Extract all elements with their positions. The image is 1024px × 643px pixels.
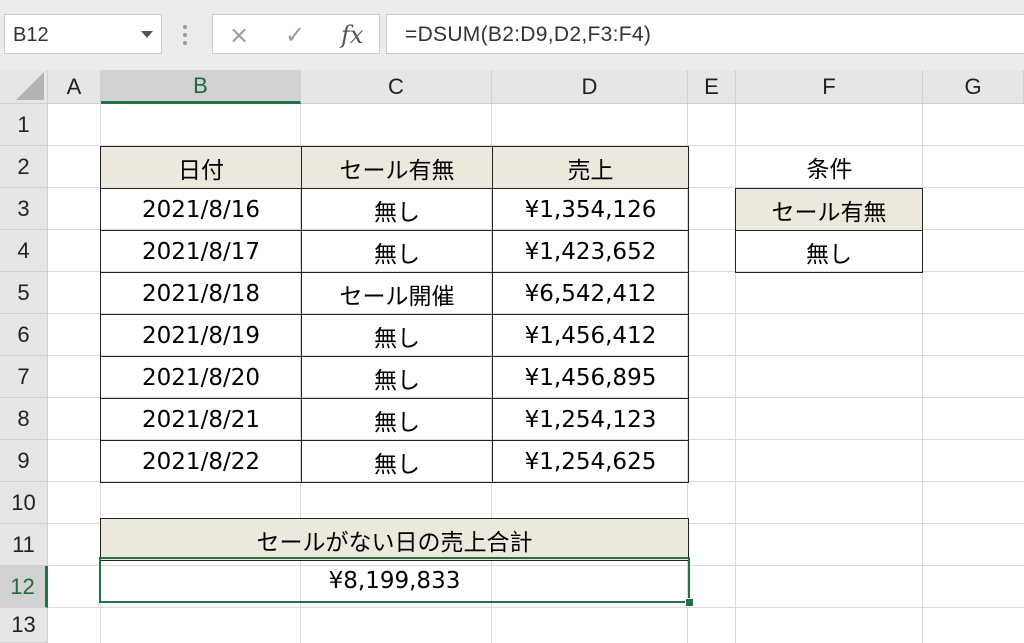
table-cell-sales[interactable]: ¥1,456,412 [492, 314, 689, 357]
row-header-1[interactable]: 1 [0, 104, 48, 146]
formula-input[interactable]: =DSUM(B2:D9,D2,F3:F4) [386, 14, 1024, 54]
row-header-8[interactable]: 8 [0, 398, 48, 440]
table-cell-date[interactable]: 2021/8/20 [100, 356, 302, 399]
row-header-11[interactable]: 11 [0, 524, 48, 566]
row-header-2[interactable]: 2 [0, 146, 48, 188]
header-cell-sale[interactable]: セール有無 [301, 146, 493, 189]
table-cell-sales[interactable]: ¥1,254,625 [492, 440, 689, 483]
row-header-6[interactable]: 6 [0, 314, 48, 356]
table-cell-sales[interactable]: ¥1,254,123 [492, 398, 689, 441]
table-cell-date[interactable]: 2021/8/18 [100, 272, 302, 315]
formula-bar: B12 × ✓ fx =DSUM(B2:D9,D2,F3:F4) [0, 0, 1024, 70]
table-cell-sale[interactable]: 無し [301, 440, 493, 483]
row-header-4[interactable]: 4 [0, 230, 48, 272]
column-header-g[interactable]: G [923, 70, 1024, 104]
select-all-button[interactable] [0, 70, 48, 104]
row-header-9[interactable]: 9 [0, 440, 48, 482]
table-cell-sales[interactable]: ¥6,542,412 [492, 272, 689, 315]
column-header-a[interactable]: A [48, 70, 101, 104]
column-header-e[interactable]: E [688, 70, 736, 104]
insert-function-icon[interactable]: fx [341, 21, 363, 49]
column-header-b[interactable]: B [101, 70, 301, 104]
row-header-5[interactable]: 5 [0, 272, 48, 314]
criteria-value-cell[interactable]: 無し [735, 230, 923, 273]
table-cell-date[interactable]: 2021/8/19 [100, 314, 302, 357]
table-cell-date[interactable]: 2021/8/22 [100, 440, 302, 483]
header-cell-sales[interactable]: 売上 [492, 146, 689, 189]
column-header-c[interactable]: C [301, 70, 492, 104]
column-header-f[interactable]: F [736, 70, 923, 104]
fill-handle[interactable] [685, 598, 694, 607]
row-header-13[interactable]: 13 [0, 608, 48, 643]
more-options-icon [183, 25, 187, 45]
table-cell-sales[interactable]: ¥1,456,895 [492, 356, 689, 399]
row-header-7[interactable]: 7 [0, 356, 48, 398]
chevron-down-icon[interactable] [141, 31, 153, 38]
row-header-3[interactable]: 3 [0, 188, 48, 230]
table-cell-sale[interactable]: 無し [301, 398, 493, 441]
active-cell-border [99, 557, 690, 603]
table-cell-date[interactable]: 2021/8/21 [100, 398, 302, 441]
formula-text: =DSUM(B2:D9,D2,F3:F4) [405, 23, 652, 46]
table-cell-sale[interactable]: 無し [301, 356, 493, 399]
table-cell-sale[interactable]: 無し [301, 230, 493, 273]
table-cell-date[interactable]: 2021/8/17 [100, 230, 302, 273]
table-cell-sale[interactable]: 無し [301, 188, 493, 231]
criteria-label[interactable]: 条件 [736, 146, 923, 188]
header-cell-date[interactable]: 日付 [100, 146, 302, 189]
table-cell-sales[interactable]: ¥1,423,652 [492, 230, 689, 273]
row-header-12[interactable]: 12 [0, 566, 48, 608]
cancel-icon[interactable]: × [229, 21, 249, 49]
name-box[interactable]: B12 [4, 14, 162, 54]
row-header-10[interactable]: 10 [0, 482, 48, 524]
select-all-triangle-icon [16, 72, 44, 100]
table-cell-sales[interactable]: ¥1,354,126 [492, 188, 689, 231]
column-header-d[interactable]: D [492, 70, 688, 104]
formula-buttons: × ✓ fx [212, 14, 380, 54]
table-cell-date[interactable]: 2021/8/16 [100, 188, 302, 231]
summary-label-cell[interactable]: セールがない日の売上合計 [100, 518, 689, 561]
table-cell-sale[interactable]: 無し [301, 314, 493, 357]
enter-icon[interactable]: ✓ [285, 21, 305, 49]
criteria-header-cell[interactable]: セール有無 [735, 188, 923, 231]
table-cell-sale[interactable]: セール開催 [301, 272, 493, 315]
name-box-value: B12 [13, 24, 49, 46]
